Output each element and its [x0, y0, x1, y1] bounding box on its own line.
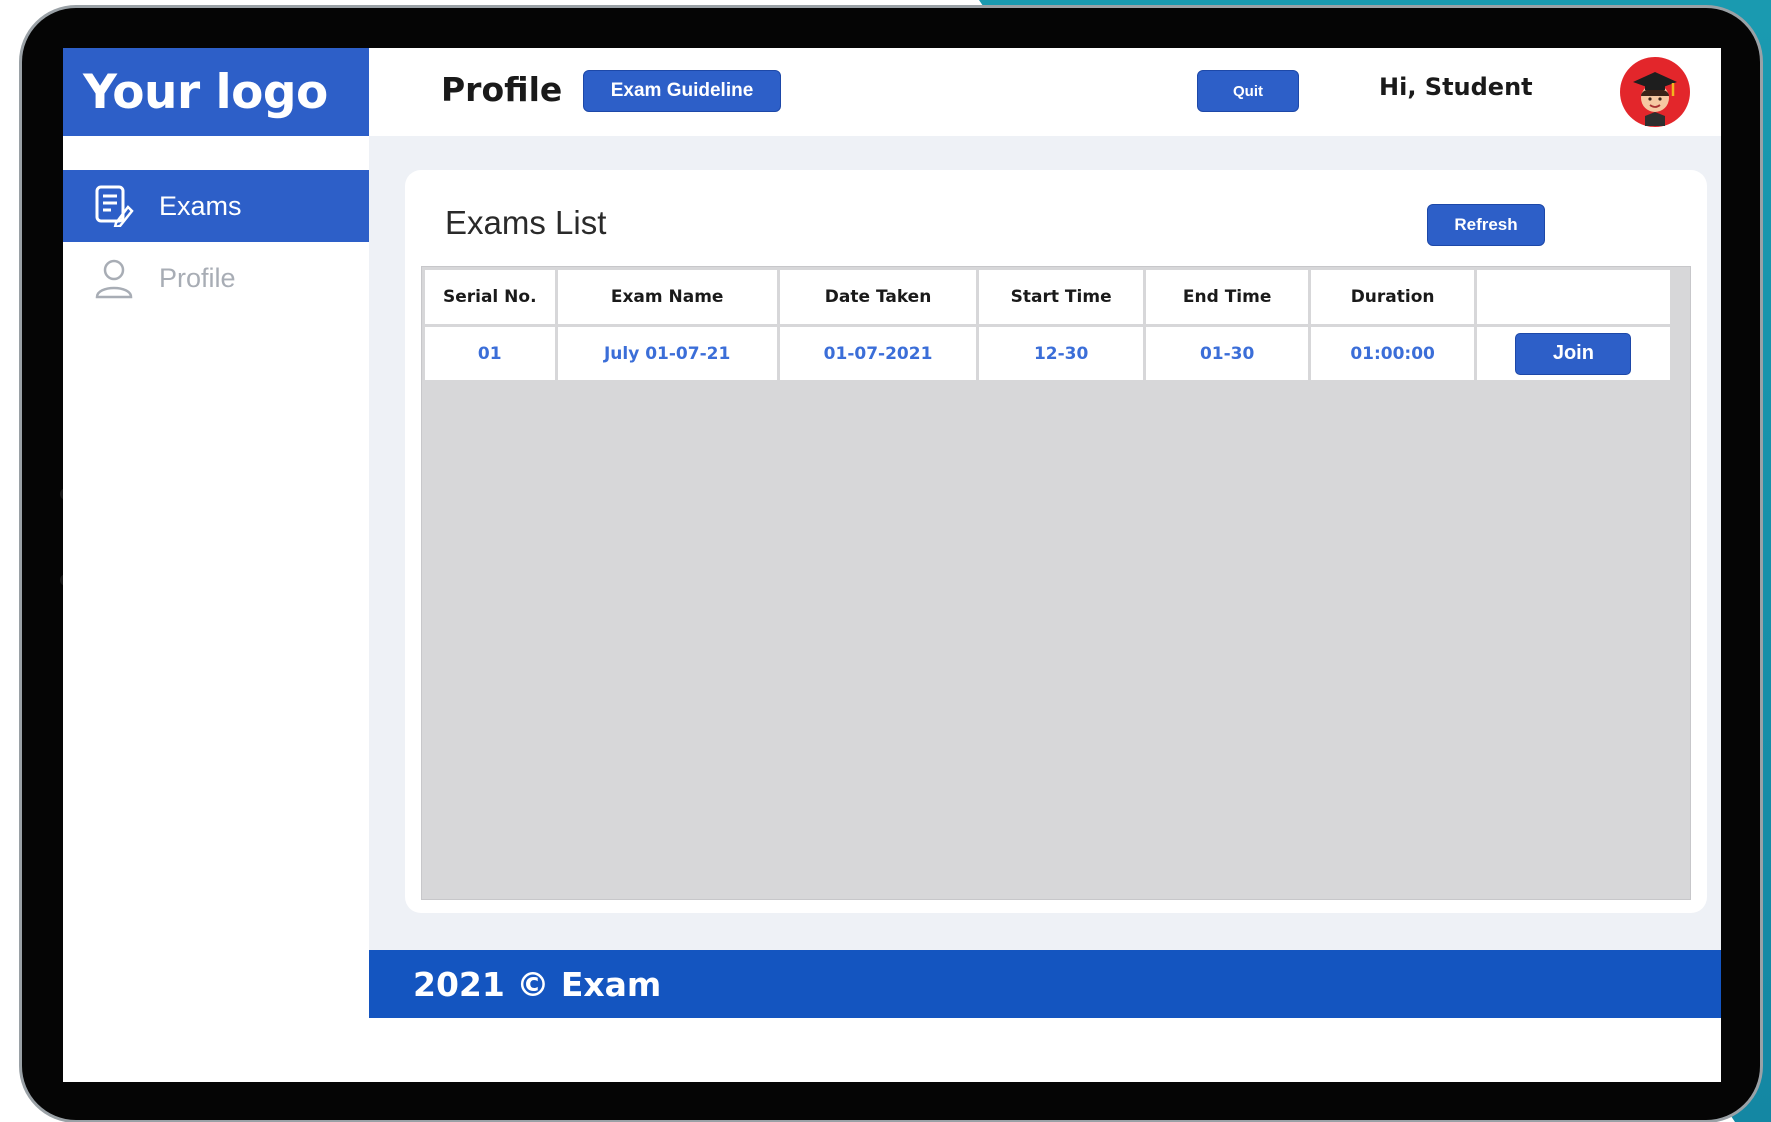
top-header: Profile Exam Guideline Quit Hi, Student [369, 48, 1721, 136]
exam-guideline-button[interactable]: Exam Guideline [583, 70, 781, 112]
quit-button[interactable]: Quit [1197, 70, 1299, 112]
footer: 2021 © Exam [369, 950, 1721, 1018]
sidebar-item-exams[interactable]: Exams [63, 170, 369, 242]
column-header: End Time [1145, 270, 1309, 324]
page-title: Profile [441, 70, 563, 109]
column-header [1476, 270, 1670, 324]
exam-document-icon [91, 183, 137, 229]
date-taken-cell: 01-07-2021 [779, 327, 977, 380]
column-header: Serial No. [425, 270, 555, 324]
action-cell: Join [1476, 327, 1670, 380]
exam-name-cell: July 01-07-21 [557, 327, 777, 380]
sidebar: Your logo Exams Profile [63, 48, 369, 950]
column-header: Exam Name [557, 270, 777, 324]
column-header: Date Taken [779, 270, 977, 324]
duration-cell: 01:00:00 [1311, 327, 1474, 380]
end-time-cell: 01-30 [1145, 327, 1309, 380]
content-area: Exams List Refresh Serial No. Exam Name [369, 136, 1721, 950]
start-time-cell: 12-30 [979, 327, 1143, 380]
refresh-button[interactable]: Refresh [1427, 204, 1545, 246]
table-row: 01 July 01-07-21 01-07-2021 12-30 01-30 … [425, 327, 1670, 380]
exams-table: Serial No. Exam Name Date Taken Start Ti… [422, 267, 1673, 383]
table-header-row: Serial No. Exam Name Date Taken Start Ti… [425, 270, 1670, 324]
sidebar-item-label: Profile [159, 262, 236, 293]
exams-list-title: Exams List [445, 204, 607, 241]
join-button[interactable]: Join [1515, 332, 1632, 375]
main-area: Profile Exam Guideline Quit Hi, Student [369, 48, 1721, 1082]
sidebar-item-profile[interactable]: Profile [63, 242, 369, 314]
column-header: Duration [1311, 270, 1474, 324]
column-header: Start Time [979, 270, 1143, 324]
student-graduate-avatar-icon[interactable] [1619, 56, 1691, 128]
sidebar-nav: Exams Profile [63, 170, 369, 314]
user-greeting: Hi, Student [1379, 73, 1533, 101]
brand-logo[interactable]: Your logo [63, 48, 369, 136]
serial-cell: 01 [425, 327, 555, 380]
exams-card: Exams List Refresh Serial No. Exam Name [405, 170, 1707, 913]
sidebar-item-label: Exams [159, 190, 242, 221]
app-screen: Your logo Exams Profile Profile Exam Gui… [63, 48, 1721, 1082]
user-icon [91, 255, 137, 301]
exams-table-container[interactable]: Serial No. Exam Name Date Taken Start Ti… [421, 266, 1691, 900]
